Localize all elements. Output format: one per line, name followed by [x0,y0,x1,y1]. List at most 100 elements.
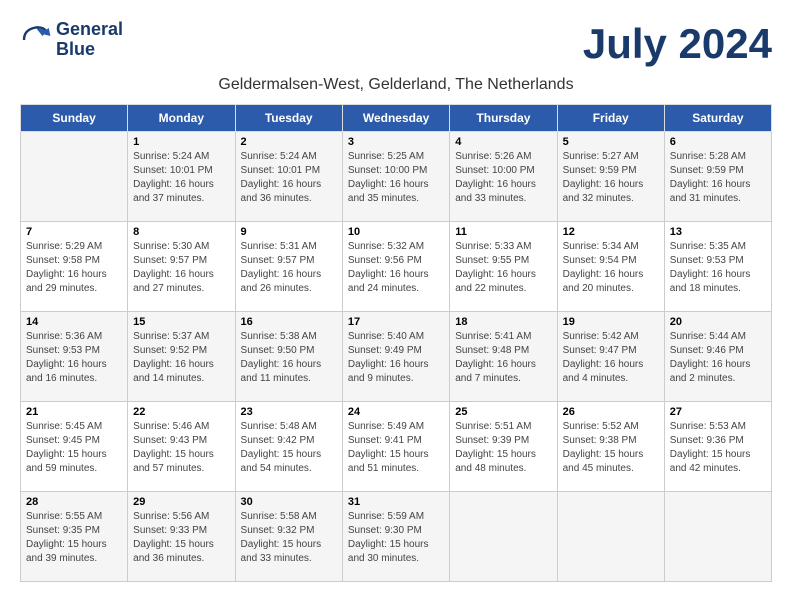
header-cell-friday: Friday [557,105,664,132]
day-number: 26 [563,406,659,418]
day-cell: 21 Sunrise: 5:45 AM Sunset: 9:45 PM Dayli… [21,402,128,492]
day-number: 3 [348,136,444,148]
day-cell [21,132,128,222]
day-cell: 18 Sunrise: 5:41 AM Sunset: 9:48 PM Dayli… [450,312,557,402]
day-cell: 25 Sunrise: 5:51 AM Sunset: 9:39 PM Dayli… [450,402,557,492]
day-cell: 4 Sunrise: 5:26 AM Sunset: 10:00 PM Dayli… [450,132,557,222]
day-cell: 26 Sunrise: 5:52 AM Sunset: 9:38 PM Dayli… [557,402,664,492]
day-cell: 24 Sunrise: 5:49 AM Sunset: 9:41 PM Dayli… [342,402,449,492]
calendar-body: 1 Sunrise: 5:24 AM Sunset: 10:01 PM Dayli… [21,132,772,582]
day-info: Sunrise: 5:24 AM Sunset: 10:01 PM Daylig… [133,150,229,206]
day-info: Sunrise: 5:53 AM Sunset: 9:36 PM Dayligh… [670,420,766,476]
header-cell-sunday: Sunday [21,105,128,132]
day-number: 7 [26,226,122,238]
day-info: Sunrise: 5:33 AM Sunset: 9:55 PM Dayligh… [455,240,551,296]
subtitle: Geldermalsen-West, Gelderland, The Nethe… [20,76,772,94]
day-number: 15 [133,316,229,328]
header-cell-thursday: Thursday [450,105,557,132]
day-number: 10 [348,226,444,238]
day-number: 1 [133,136,229,148]
day-cell: 22Sunrise: 5:46 AM Sunset: 9:43 PM Dayli… [128,402,235,492]
day-cell: 30Sunrise: 5:58 AM Sunset: 9:32 PM Dayli… [235,492,342,582]
day-cell: 6 Sunrise: 5:28 AM Sunset: 9:59 PM Daylig… [664,132,771,222]
day-number: 25 [455,406,551,418]
day-info: Sunrise: 5:49 AM Sunset: 9:41 PM Dayligh… [348,420,444,476]
day-cell: 2Sunrise: 5:24 AM Sunset: 10:01 PM Dayli… [235,132,342,222]
day-info: Sunrise: 5:37 AM Sunset: 9:52 PM Dayligh… [133,330,229,386]
day-number: 13 [670,226,766,238]
logo-icon [20,24,52,56]
day-number: 12 [563,226,659,238]
logo: General Blue [20,20,123,60]
day-info: Sunrise: 5:25 AM Sunset: 10:00 PM Daylig… [348,150,444,206]
day-number: 14 [26,316,122,328]
header-cell-monday: Monday [128,105,235,132]
day-info: Sunrise: 5:38 AM Sunset: 9:50 PM Dayligh… [241,330,337,386]
day-number: 31 [348,496,444,508]
day-info: Sunrise: 5:27 AM Sunset: 9:59 PM Dayligh… [563,150,659,206]
day-info: Sunrise: 5:55 AM Sunset: 9:35 PM Dayligh… [26,510,122,566]
day-info: Sunrise: 5:41 AM Sunset: 9:48 PM Dayligh… [455,330,551,386]
day-info: Sunrise: 5:46 AM Sunset: 9:43 PM Dayligh… [133,420,229,476]
day-cell: 16 Sunrise: 5:38 AM Sunset: 9:50 PM Dayli… [235,312,342,402]
day-number: 6 [670,136,766,148]
title-area: July 2024 [583,20,772,68]
day-cell: 8Sunrise: 5:30 AM Sunset: 9:57 PM Daylig… [128,222,235,312]
day-info: Sunrise: 5:29 AM Sunset: 9:58 PM Dayligh… [26,240,122,296]
logo-line2: Blue [56,40,123,60]
day-info: Sunrise: 5:51 AM Sunset: 9:39 PM Dayligh… [455,420,551,476]
day-cell: 7 Sunrise: 5:29 AM Sunset: 9:58 PM Daylig… [21,222,128,312]
day-cell [664,492,771,582]
week-row-4: 21 Sunrise: 5:45 AM Sunset: 9:45 PM Dayli… [21,402,772,492]
day-info: Sunrise: 5:48 AM Sunset: 9:42 PM Dayligh… [241,420,337,476]
day-info: Sunrise: 5:44 AM Sunset: 9:46 PM Dayligh… [670,330,766,386]
day-cell: 14 Sunrise: 5:36 AM Sunset: 9:53 PM Dayli… [21,312,128,402]
day-number: 16 [241,316,337,328]
day-number: 20 [670,316,766,328]
day-number: 11 [455,226,551,238]
day-cell: 29Sunrise: 5:56 AM Sunset: 9:33 PM Dayli… [128,492,235,582]
day-number: 5 [563,136,659,148]
day-cell [450,492,557,582]
day-number: 24 [348,406,444,418]
day-cell: 5 Sunrise: 5:27 AM Sunset: 9:59 PM Daylig… [557,132,664,222]
day-cell: 27Sunrise: 5:53 AM Sunset: 9:36 PM Dayli… [664,402,771,492]
day-info: Sunrise: 5:52 AM Sunset: 9:38 PM Dayligh… [563,420,659,476]
week-row-5: 28 Sunrise: 5:55 AM Sunset: 9:35 PM Dayli… [21,492,772,582]
day-info: Sunrise: 5:40 AM Sunset: 9:49 PM Dayligh… [348,330,444,386]
day-number: 8 [133,226,229,238]
day-cell: 3 Sunrise: 5:25 AM Sunset: 10:00 PM Dayli… [342,132,449,222]
day-number: 21 [26,406,122,418]
day-cell: 17 Sunrise: 5:40 AM Sunset: 9:49 PM Dayli… [342,312,449,402]
day-cell: 19Sunrise: 5:42 AM Sunset: 9:47 PM Dayli… [557,312,664,402]
calendar-table: SundayMondayTuesdayWednesdayThursdayFrid… [20,104,772,582]
day-info: Sunrise: 5:34 AM Sunset: 9:54 PM Dayligh… [563,240,659,296]
day-number: 4 [455,136,551,148]
day-info: Sunrise: 5:31 AM Sunset: 9:57 PM Dayligh… [241,240,337,296]
header-cell-wednesday: Wednesday [342,105,449,132]
day-info: Sunrise: 5:36 AM Sunset: 9:53 PM Dayligh… [26,330,122,386]
day-number: 9 [241,226,337,238]
logo-line1: General [56,20,123,40]
day-number: 17 [348,316,444,328]
header-row: SundayMondayTuesdayWednesdayThursdayFrid… [21,105,772,132]
day-info: Sunrise: 5:24 AM Sunset: 10:01 PM Daylig… [241,150,337,206]
day-cell [557,492,664,582]
day-cell: 12 Sunrise: 5:34 AM Sunset: 9:54 PM Dayli… [557,222,664,312]
day-info: Sunrise: 5:28 AM Sunset: 9:59 PM Dayligh… [670,150,766,206]
day-cell: 15 Sunrise: 5:37 AM Sunset: 9:52 PM Dayli… [128,312,235,402]
week-row-3: 14 Sunrise: 5:36 AM Sunset: 9:53 PM Dayli… [21,312,772,402]
day-info: Sunrise: 5:35 AM Sunset: 9:53 PM Dayligh… [670,240,766,296]
week-row-2: 7 Sunrise: 5:29 AM Sunset: 9:58 PM Daylig… [21,222,772,312]
day-number: 30 [241,496,337,508]
month-title: July 2024 [583,20,772,68]
day-info: Sunrise: 5:26 AM Sunset: 10:00 PM Daylig… [455,150,551,206]
day-cell: 9 Sunrise: 5:31 AM Sunset: 9:57 PM Daylig… [235,222,342,312]
day-info: Sunrise: 5:45 AM Sunset: 9:45 PM Dayligh… [26,420,122,476]
day-info: Sunrise: 5:32 AM Sunset: 9:56 PM Dayligh… [348,240,444,296]
day-number: 18 [455,316,551,328]
day-cell: 10 Sunrise: 5:32 AM Sunset: 9:56 PM Dayli… [342,222,449,312]
day-number: 28 [26,496,122,508]
day-number: 29 [133,496,229,508]
calendar-header: SundayMondayTuesdayWednesdayThursdayFrid… [21,105,772,132]
